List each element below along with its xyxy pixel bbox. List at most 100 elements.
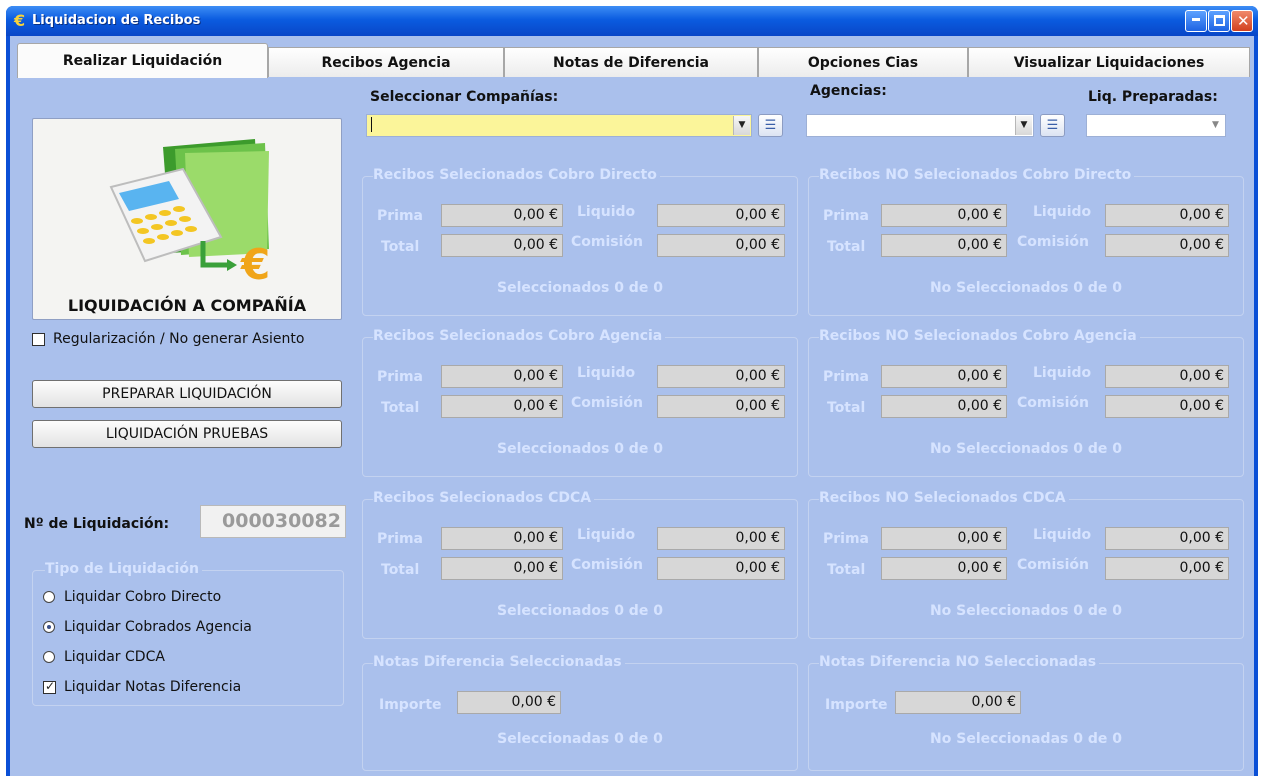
group-status: Seleccionados 0 de 0 <box>497 603 663 619</box>
liq-preparadas-label: Liq. Preparadas: <box>1088 89 1218 105</box>
agencias-list-button[interactable]: ☰ <box>1040 114 1065 137</box>
liquidacion-compania-button[interactable]: € LIQUIDACIÓN A COMPAÑÍA <box>32 118 342 320</box>
total-value: 0,00 € <box>881 557 1007 580</box>
comision-value: 0,00 € <box>1105 395 1229 418</box>
option-label: Liquidar Cobrados Agencia <box>64 619 252 635</box>
comision-label: Comisión <box>571 234 643 250</box>
importe-label: Importe <box>825 697 888 713</box>
group-title: Notas Diferencia NO Seleccionadas <box>819 654 1100 670</box>
tab-visualizar-liquidaciones[interactable]: Visualizar Liquidaciones <box>968 47 1250 77</box>
tab-notas-diferencia[interactable]: Notas de Diferencia <box>504 47 758 77</box>
close-button[interactable]: ✕ <box>1231 10 1253 32</box>
agencias-combobox[interactable]: ▼ <box>806 114 1034 137</box>
comision-label: Comisión <box>1017 234 1089 250</box>
companias-list-button[interactable]: ☰ <box>758 114 783 137</box>
group-status: Seleccionadas 0 de 0 <box>497 731 663 747</box>
comision-label: Comisión <box>571 557 643 573</box>
radio-icon[interactable] <box>43 651 55 663</box>
group-title: Recibos Selecionados Cobro Agencia <box>373 328 666 344</box>
group-title: Notas Diferencia Seleccionadas <box>373 654 625 670</box>
minimize-icon <box>1192 18 1200 21</box>
prima-value: 0,00 € <box>441 204 563 227</box>
tab-panel-realizar: € LIQUIDACIÓN A COMPAÑÍA Regularización … <box>10 77 1254 776</box>
notas-diferencia-no-seleccionadas: Notas Diferencia NO Seleccionadas Import… <box>808 654 1244 771</box>
numero-liquidacion-field: 000030082 <box>200 505 346 538</box>
minimize-button[interactable] <box>1185 10 1207 32</box>
notas-diferencia-seleccionadas: Notas Diferencia Seleccionadas Importe 0… <box>362 654 798 771</box>
checkbox-checked-icon[interactable] <box>43 679 56 694</box>
option-cdca[interactable]: Liquidar CDCA <box>43 649 165 665</box>
prima-label: Prima <box>823 369 869 385</box>
liq-preparadas-combobox[interactable]: ▼ <box>1086 114 1226 137</box>
companias-value <box>371 117 372 132</box>
preparar-liquidacion-button[interactable]: PREPARAR LIQUIDACIÓN <box>32 380 342 408</box>
recibos-seleccionados-cobro-directo: Recibos Selecionados Cobro Directo Prima… <box>362 167 798 316</box>
tipo-liquidacion-group: Tipo de Liquidación Liquidar Cobro Direc… <box>32 561 344 706</box>
group-title: Recibos NO Selecionados Cobro Directo <box>819 167 1135 183</box>
numero-liquidacion-label: Nº de Liquidación: <box>24 516 170 532</box>
maximize-icon <box>1214 15 1225 26</box>
comision-value: 0,00 € <box>1105 234 1229 257</box>
total-value: 0,00 € <box>441 395 563 418</box>
prima-value: 0,00 € <box>441 527 563 550</box>
group-status: Seleccionados 0 de 0 <box>497 280 663 296</box>
group-title: Recibos NO Selecionados Cobro Agencia <box>819 328 1140 344</box>
total-label: Total <box>827 562 866 578</box>
comision-value: 0,00 € <box>657 234 785 257</box>
app-window: € Liquidacion de Recibos ✕ Realizar Liqu… <box>6 6 1258 776</box>
prima-value: 0,00 € <box>881 204 1007 227</box>
title-bar[interactable]: € Liquidacion de Recibos ✕ <box>6 6 1258 36</box>
liquido-value: 0,00 € <box>657 365 785 388</box>
option-cobro-directo[interactable]: Liquidar Cobro Directo <box>43 589 221 605</box>
tipo-liquidacion-title: Tipo de Liquidación <box>45 561 202 577</box>
liquido-label: Liquido <box>577 527 636 543</box>
tab-realizar-liquidacion[interactable]: Realizar Liquidación <box>17 43 268 78</box>
prima-label: Prima <box>377 531 423 547</box>
option-notas-diferencia[interactable]: Liquidar Notas Diferencia <box>43 679 241 695</box>
regularizacion-checkbox[interactable]: Regularización / No generar Asiento <box>32 331 304 347</box>
companias-combobox[interactable]: ▼ <box>366 114 752 137</box>
option-cobrados-agencia[interactable]: Liquidar Cobrados Agencia <box>43 619 252 635</box>
seleccionar-companias-label: Seleccionar Compañías: <box>370 89 559 105</box>
option-label: Liquidar Cobro Directo <box>64 589 222 605</box>
group-status: No Seleccionados 0 de 0 <box>929 280 1123 296</box>
chevron-down-icon[interactable]: ▼ <box>1207 116 1224 135</box>
euro-icon: € <box>14 11 26 30</box>
radio-selected-icon[interactable] <box>43 621 55 633</box>
group-title: Recibos Selecionados Cobro Directo <box>373 167 660 183</box>
prima-label: Prima <box>823 531 869 547</box>
radio-icon[interactable] <box>43 591 55 603</box>
prima-label: Prima <box>377 369 423 385</box>
comision-value: 0,00 € <box>657 557 785 580</box>
liquido-label: Liquido <box>577 365 636 381</box>
group-status: Seleccionados 0 de 0 <box>497 441 663 457</box>
total-label: Total <box>381 562 420 578</box>
importe-value: 0,00 € <box>895 691 1021 714</box>
comision-value: 0,00 € <box>657 395 785 418</box>
comision-label: Comisión <box>571 395 643 411</box>
recibos-no-seleccionados-cobro-directo: Recibos NO Selecionados Cobro Directo Pr… <box>808 167 1244 316</box>
list-icon: ☰ <box>764 118 777 133</box>
chevron-down-icon[interactable]: ▼ <box>733 116 750 135</box>
option-label: Liquidar CDCA <box>64 649 165 665</box>
svg-text:€: € <box>240 240 270 289</box>
comision-value: 0,00 € <box>1105 557 1229 580</box>
prima-value: 0,00 € <box>441 365 563 388</box>
maximize-button[interactable] <box>1208 10 1230 32</box>
checkbox-box[interactable] <box>32 332 45 346</box>
option-label: Liquidar Notas Diferencia <box>64 679 242 695</box>
tab-opciones-cias[interactable]: Opciones Cias <box>758 47 968 77</box>
prima-label: Prima <box>823 208 869 224</box>
tab-recibos-agencia[interactable]: Recibos Agencia <box>268 47 504 77</box>
agencias-label: Agencias: <box>810 83 887 99</box>
liquido-value: 0,00 € <box>657 527 785 550</box>
prima-value: 0,00 € <box>881 365 1007 388</box>
group-status: No Seleccionadas 0 de 0 <box>930 731 1122 747</box>
recibos-seleccionados-cdca: Recibos Selecionados CDCA Prima 0,00 € L… <box>362 490 798 639</box>
liquidacion-pruebas-button[interactable]: LIQUIDACIÓN PRUEBAS <box>32 420 342 448</box>
liquido-label: Liquido <box>1033 527 1092 543</box>
group-title: Recibos NO Selecionados CDCA <box>819 490 1069 506</box>
close-icon: ✕ <box>1237 12 1250 30</box>
chevron-down-icon[interactable]: ▼ <box>1015 116 1032 135</box>
total-value: 0,00 € <box>881 234 1007 257</box>
